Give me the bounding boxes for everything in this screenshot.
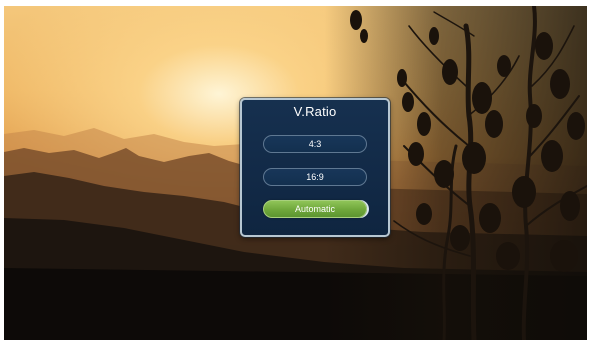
background-photo: V.Ratio 4:3 16:9 Automatic [4,6,587,340]
option-16-9-button[interactable]: 16:9 [263,168,367,186]
dialog-title: V.Ratio [293,104,337,119]
option-automatic-button[interactable]: Automatic [263,200,367,218]
video-ratio-dialog: V.Ratio 4:3 16:9 Automatic [240,98,390,237]
option-4-3-button[interactable]: 4:3 [263,135,367,153]
